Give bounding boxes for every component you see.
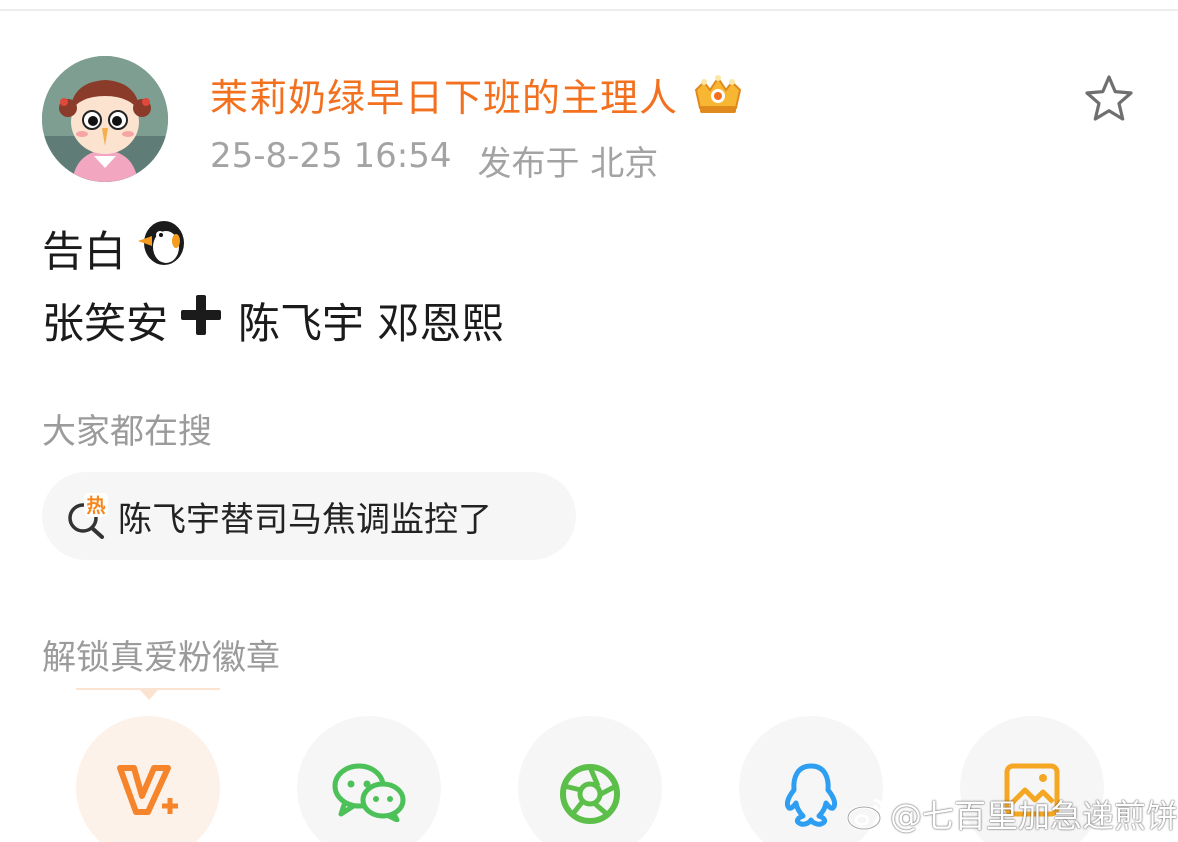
- hot-search-chip[interactable]: 热 陈飞宇替司马焦调监控了: [42, 472, 576, 560]
- moments-icon: [560, 764, 620, 824]
- watermark-text: @七百里加急递煎饼: [890, 797, 1178, 835]
- fan-badge-section-title: 解锁真爱粉徽章: [42, 638, 280, 678]
- hot-badge-text: 热: [86, 494, 105, 517]
- share-moments-button[interactable]: [518, 716, 662, 842]
- watermark: @七百里加急递煎饼: [846, 792, 1178, 836]
- top-divider: [0, 9, 1178, 11]
- wechat-icon: [332, 763, 406, 822]
- heavy-plus-icon: [178, 292, 224, 348]
- post-text-names-2: 陈飞宇 邓恩熙: [238, 298, 504, 348]
- hot-search-query: 陈飞宇替司马焦调监控了: [118, 499, 492, 540]
- weibo-post-screen: 茉莉奶绿早日下班的主理人 25-8-25 16:54 发布于 北京 告白 张笑安…: [0, 0, 1178, 842]
- share-weibo-vplus-button[interactable]: [76, 716, 220, 842]
- post-text-name-1: 张笑安: [42, 298, 169, 348]
- selected-indicator-caret: [140, 690, 158, 700]
- post-timestamp: 25-8-25 16:54: [210, 136, 452, 176]
- trending-section-title: 大家都在搜: [42, 412, 212, 452]
- hot-search-icon: 热: [68, 493, 108, 539]
- username-row: 茉莉奶绿早日下班的主理人: [210, 66, 746, 122]
- weibo-logo-icon: [846, 798, 885, 831]
- crown-badge-icon[interactable]: [690, 72, 746, 116]
- post-meta: 25-8-25 16:54 发布于 北京: [210, 136, 658, 185]
- favorite-star-icon[interactable]: [1082, 72, 1136, 126]
- post-text-line-2: 张笑安 陈飞宇 邓恩熙: [42, 290, 503, 350]
- post-location: 发布于 北京: [477, 144, 659, 184]
- penguin-emoji-icon: [136, 219, 188, 277]
- post-text-confession: 告白: [42, 226, 127, 276]
- username[interactable]: 茉莉奶绿早日下班的主理人: [210, 67, 678, 122]
- share-wechat-button[interactable]: [297, 716, 441, 842]
- qq-icon: [784, 763, 838, 827]
- avatar[interactable]: [42, 56, 168, 182]
- post-text-line-1: 告白: [42, 220, 188, 276]
- weibo-vplus-icon: [117, 765, 178, 815]
